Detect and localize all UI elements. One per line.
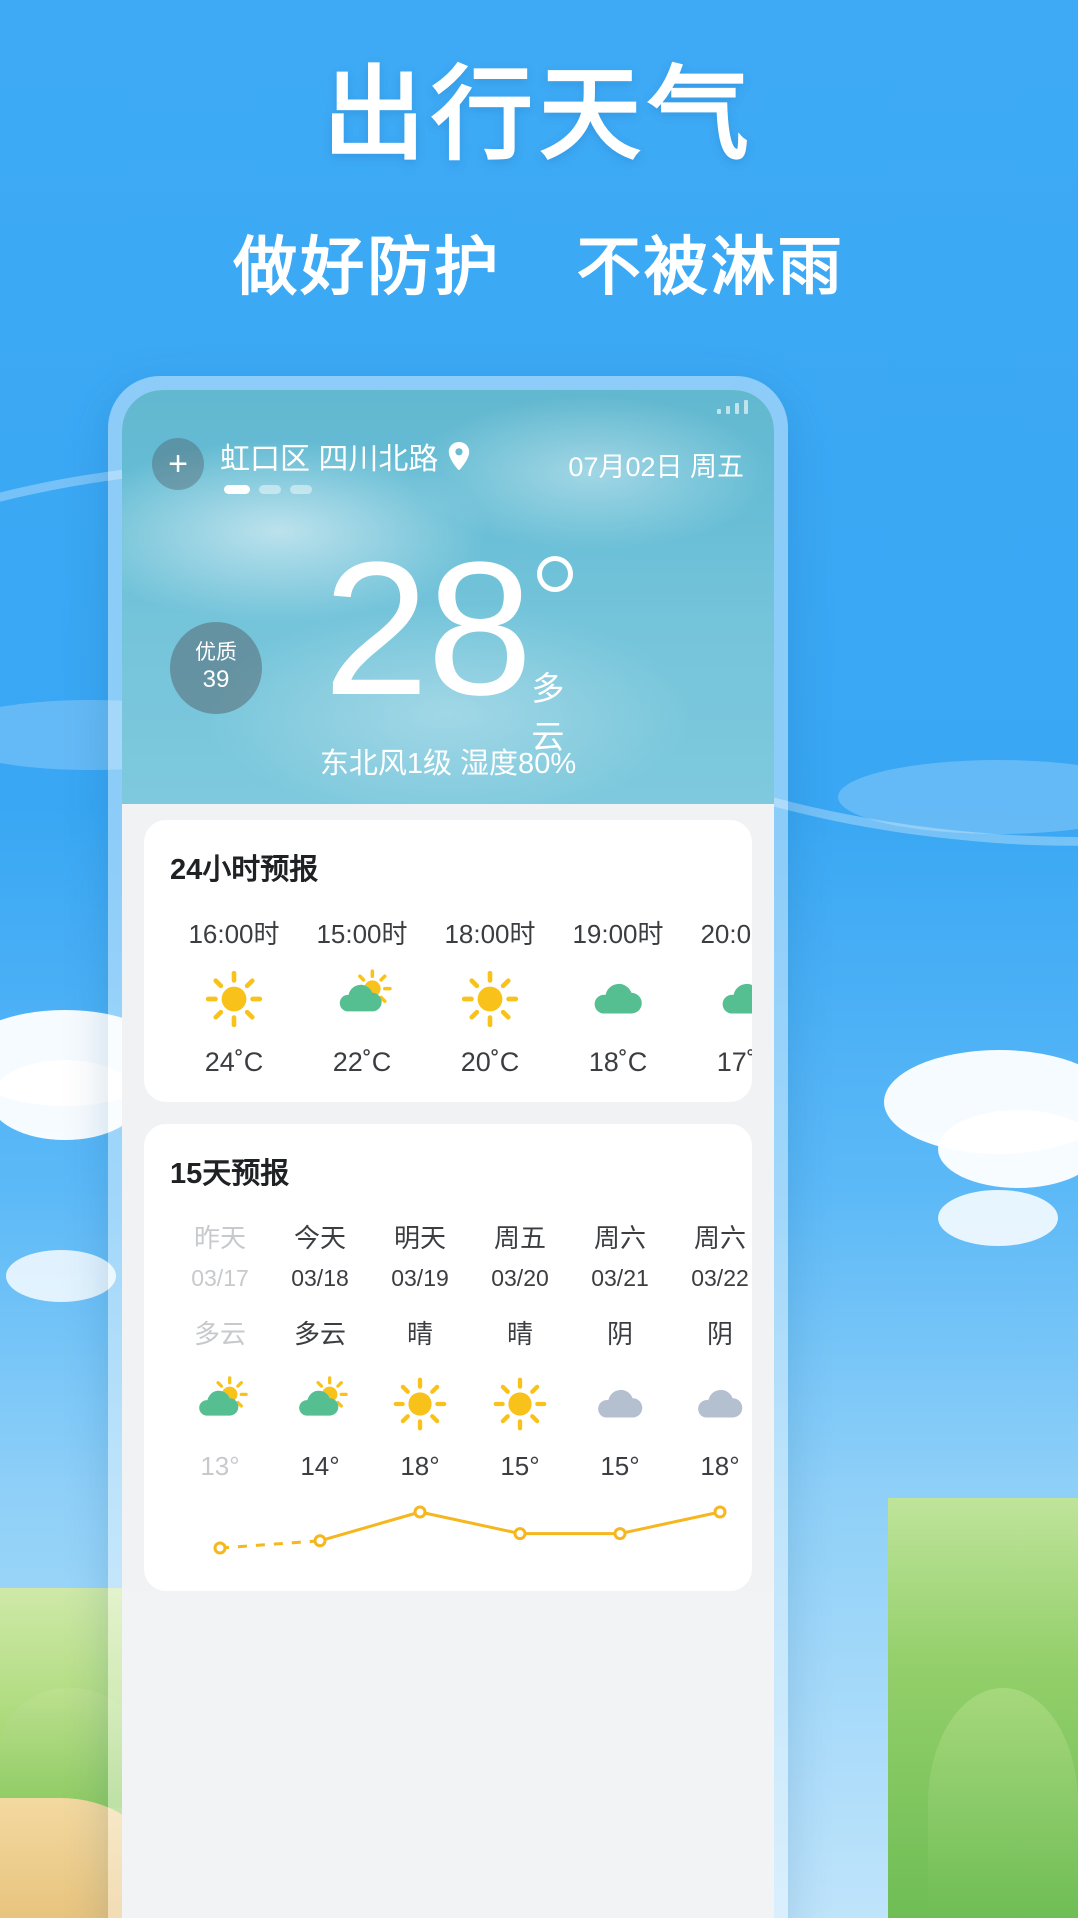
hourly-item[interactable]: 18:00时 20˚C: [426, 914, 554, 1078]
page-subtitle: 做好防护 不被淋雨: [0, 216, 1078, 308]
add-city-button[interactable]: +: [152, 438, 204, 490]
hourly-item[interactable]: 15:00时 22˚C: [298, 914, 426, 1078]
daily-forecast-list[interactable]: 昨天 03/17 多云 13° 今天 03/18 多云 14° 明天 03/19…: [144, 1218, 752, 1482]
daily-temp: 18°: [700, 1451, 740, 1481]
hourly-time: 20:00时: [700, 919, 752, 949]
cloud-white-left-3: [6, 1250, 116, 1302]
cloudy-icon: [554, 951, 682, 1047]
cloud-white-right-1: [884, 1050, 1078, 1154]
sunny-icon: [170, 951, 298, 1047]
forecast-body: 24小时预报 16:00时 24˚C 15:00时 22˚C 18:00时 20…: [122, 804, 774, 1591]
daily-temp: 15°: [600, 1451, 640, 1481]
sunny-icon: [470, 1361, 570, 1447]
wind-humidity-line: 东北风1级 湿度80%: [319, 748, 577, 780]
partly-cloudy-icon: [170, 1361, 270, 1447]
sunny-icon: [426, 951, 554, 1047]
subtitle-left: 做好防护: [233, 231, 502, 303]
location-bar: + 虹口区 四川北路 07月02日 周五: [122, 434, 774, 494]
daily-item[interactable]: 周六 03/21 阴 15°: [570, 1218, 670, 1482]
temperature-block: 28 多云: [122, 523, 774, 755]
hourly-forecast-title: 24小时预报: [170, 854, 319, 886]
overcast-icon: [670, 1361, 752, 1447]
daily-forecast-title: 15天预报: [170, 1158, 290, 1190]
cloudy-icon: [682, 951, 752, 1047]
subtitle-right: 不被淋雨: [576, 231, 845, 303]
cloud-white-right-2: [938, 1110, 1078, 1188]
current-weather-hero: + 虹口区 四川北路 07月02日 周五 优质 39 28 多云 东北风1级 湿…: [122, 390, 774, 804]
daily-weekday: 周五: [493, 1223, 546, 1253]
hourly-temp: 18˚C: [588, 1047, 648, 1077]
page-dot[interactable]: [290, 485, 312, 494]
hourly-forecast-list[interactable]: 16:00时 24˚C 15:00时 22˚C 18:00时 20˚C 19:0…: [144, 914, 752, 1078]
hill-right-front: [928, 1688, 1078, 1918]
page-indicator[interactable]: [224, 485, 470, 494]
daily-condition: 多云: [193, 1319, 246, 1349]
partly-cloudy-icon: [298, 951, 426, 1047]
daily-condition: 晴: [406, 1319, 433, 1349]
daily-date: 03/18: [291, 1265, 349, 1291]
signal-icon: [717, 400, 748, 414]
daily-temp: 14°: [300, 1451, 340, 1481]
daily-weekday: 今天: [293, 1223, 346, 1253]
daily-condition: 晴: [506, 1319, 533, 1349]
daily-temp: 13°: [200, 1451, 240, 1481]
daily-condition: 阴: [706, 1319, 733, 1349]
daily-weekday: 昨天: [193, 1223, 246, 1253]
phone-frame: + 虹口区 四川北路 07月02日 周五 优质 39 28 多云 东北风1级 湿…: [108, 376, 788, 1918]
hourly-temp: 17˚C: [716, 1047, 752, 1077]
daily-item[interactable]: 明天 03/19 晴 18°: [370, 1218, 470, 1482]
hourly-item[interactable]: 20:00时 17˚C: [682, 914, 752, 1078]
temperature-curve: [144, 1492, 752, 1567]
overcast-icon: [570, 1361, 670, 1447]
partly-cloudy-icon: [270, 1361, 370, 1447]
daily-item[interactable]: 周六 03/22 阴 18°: [670, 1218, 752, 1482]
current-date: 07月02日 周五: [568, 451, 744, 482]
daily-temp: 18°: [400, 1451, 440, 1481]
daily-date: 03/21: [591, 1265, 649, 1291]
daily-item[interactable]: 今天 03/18 多云 14°: [270, 1218, 370, 1482]
daily-weekday: 明天: [393, 1223, 446, 1253]
page-dot-active[interactable]: [224, 485, 250, 494]
hourly-temp: 24˚C: [204, 1047, 264, 1077]
hourly-time: 16:00时: [188, 919, 280, 949]
hourly-time: 19:00时: [572, 919, 664, 949]
location-group[interactable]: 虹口区 四川北路: [220, 434, 470, 494]
promo-screenshot: 出行天气 做好防护 不被淋雨 + 虹口区 四川北路 07月02日 周五 优质 3…: [0, 0, 1078, 1918]
daily-date: 03/19: [391, 1265, 449, 1291]
app-screen: + 虹口区 四川北路 07月02日 周五 优质 39 28 多云 东北风1级 湿…: [122, 390, 774, 1918]
location-pin-icon: [448, 442, 470, 470]
daily-weekday: 周六: [593, 1223, 646, 1253]
daily-item[interactable]: 周五 03/20 晴 15°: [470, 1218, 570, 1482]
cloud-white-right-3: [938, 1190, 1058, 1246]
cloud-band-right: [838, 760, 1078, 834]
hourly-time: 15:00时: [316, 919, 408, 949]
hourly-temp: 20˚C: [460, 1047, 520, 1077]
daily-weekday: 周六: [693, 1223, 746, 1253]
daily-temp: 15°: [500, 1451, 540, 1481]
daily-date: 03/20: [491, 1265, 549, 1291]
status-bar: [122, 394, 774, 420]
daily-forecast-card: 15天预报 昨天 03/17 多云 13° 今天 03/18 多云 14° 明天…: [144, 1124, 752, 1591]
page-dot[interactable]: [259, 485, 281, 494]
daily-date: 03/17: [191, 1265, 249, 1291]
daily-date: 03/22: [691, 1265, 749, 1291]
hourly-forecast-card: 24小时预报 16:00时 24˚C 15:00时 22˚C 18:00时 20…: [144, 820, 752, 1102]
daily-condition: 阴: [606, 1319, 633, 1349]
hourly-temp: 22˚C: [332, 1047, 392, 1077]
hourly-time: 18:00时: [444, 919, 536, 949]
hourly-item[interactable]: 16:00时 24˚C: [170, 914, 298, 1078]
location-name-row[interactable]: 虹口区 四川北路: [220, 434, 470, 478]
current-temperature: 28: [323, 523, 532, 735]
hill-right: [888, 1498, 1078, 1918]
degree-symbol-icon: [536, 556, 573, 592]
page-title: 出行天气: [323, 58, 755, 172]
hourly-item[interactable]: 19:00时 18˚C: [554, 914, 682, 1078]
sunny-icon: [370, 1361, 470, 1447]
daily-condition: 多云: [293, 1319, 346, 1349]
location-name: 虹口区 四川北路: [220, 443, 439, 476]
daily-item[interactable]: 昨天 03/17 多云 13°: [170, 1218, 270, 1482]
